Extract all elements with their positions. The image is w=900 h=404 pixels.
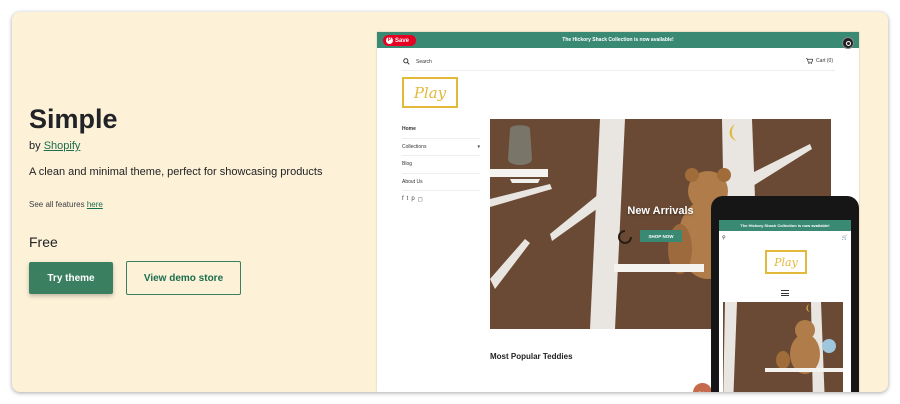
store-logo[interactable]: Play: [402, 77, 458, 108]
hamburger-icon[interactable]: [781, 290, 789, 296]
theme-title: Simple: [29, 104, 118, 134]
view-demo-button[interactable]: View demo store: [126, 261, 241, 295]
nav-label-collections: Collections: [402, 143, 427, 150]
nav-item-about[interactable]: About Us: [402, 174, 480, 191]
search-icon: [403, 58, 410, 65]
features-prefix: See all features: [29, 200, 85, 209]
cart-label: Cart (0): [816, 58, 833, 64]
nav-item-home[interactable]: Home: [402, 121, 480, 139]
features-line: See all features here: [29, 200, 103, 209]
features-link[interactable]: here: [87, 200, 103, 209]
chevron-down-icon: ▾: [477, 143, 480, 150]
store-search[interactable]: Search: [403, 58, 432, 65]
theme-card: Simple by Shopify A clean and minimal th…: [12, 12, 888, 392]
nav-item-blog[interactable]: Blog: [402, 156, 480, 174]
theme-description: A clean and minimal theme, perfect for s…: [29, 166, 323, 178]
pinterest-icon: P: [386, 37, 393, 44]
mobile-preview: The Hickory Shack Collection is now avai…: [711, 196, 859, 392]
byline: by Shopify: [29, 140, 80, 152]
section-title: Most Popular Teddies: [490, 352, 573, 361]
theme-price: Free: [29, 234, 58, 250]
mobile-search-icon[interactable]: ⚲: [722, 235, 726, 241]
mobile-cart-icon[interactable]: 🛒: [842, 235, 848, 241]
store-cart[interactable]: Cart (0): [806, 58, 833, 64]
by-prefix: by: [29, 140, 41, 152]
author-link[interactable]: Shopify: [44, 140, 81, 152]
nav-item-collections[interactable]: Collections ▾: [402, 139, 480, 156]
social-links: f t p ◻: [402, 196, 423, 203]
mobile-hero: [723, 302, 843, 392]
shop-now-button[interactable]: SHOP NOW: [640, 230, 682, 242]
announcement-bar: The Hickory Shack Collection is now avai…: [377, 32, 859, 48]
mobile-store-logo[interactable]: Play: [765, 250, 807, 274]
mobile-screen: The Hickory Shack Collection is now avai…: [719, 220, 851, 392]
instagram-icon[interactable]: ◻: [418, 196, 423, 203]
pinterest-social-icon[interactable]: p: [411, 196, 414, 203]
pinterest-save-button[interactable]: P Save: [383, 35, 416, 46]
store-nav: Home Collections ▾ Blog About Us: [402, 121, 480, 191]
cart-icon: [806, 58, 814, 64]
search-label: Search: [416, 58, 432, 65]
save-label: Save: [395, 37, 410, 44]
facebook-icon[interactable]: f: [402, 196, 404, 203]
header-divider: [401, 70, 835, 71]
mobile-announcement-bar: The Hickory Shack Collection is now avai…: [719, 220, 851, 231]
try-theme-button[interactable]: Try theme: [29, 262, 113, 294]
lens-icon[interactable]: [842, 37, 854, 49]
mobile-hero-illustration: [723, 302, 843, 392]
twitter-icon[interactable]: t: [407, 196, 409, 203]
